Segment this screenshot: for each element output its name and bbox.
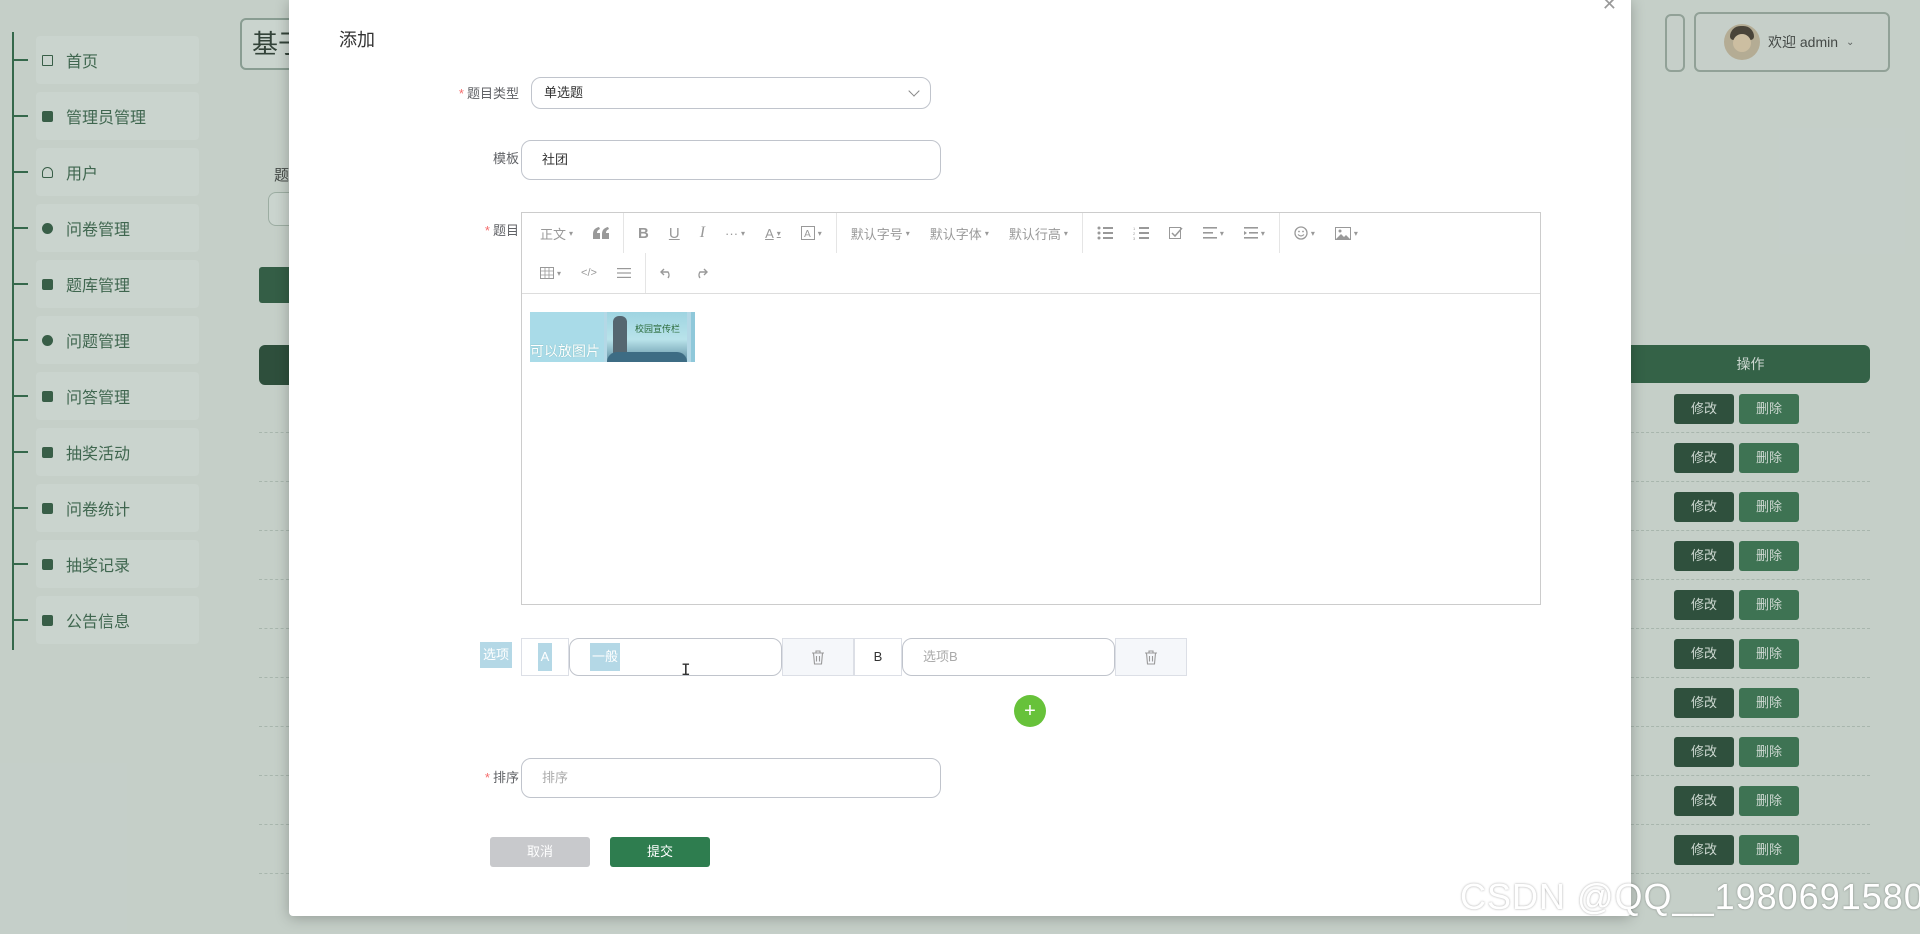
divider-icon[interactable] (607, 253, 641, 293)
paragraph-style-dropdown[interactable]: 正文 ▾ (522, 213, 583, 253)
template-input[interactable]: 社团 (521, 140, 941, 180)
more-icon[interactable]: ··· ▾ (715, 213, 755, 253)
editor-content[interactable]: 可以放图片 校园宣传栏 (522, 294, 1540, 604)
rich-text-editor: 正文 ▾ B U I ··· ▾ A ▾ A ▾ 默认字号 ▾ 默认字体 ▾ 默认行高 ▾ 1… (521, 212, 1541, 605)
font-size-dropdown[interactable]: 默认字号 ▾ (841, 213, 920, 253)
question-type-value: 单选题 (544, 85, 584, 100)
question-type-label: * 题目类型 (458, 86, 519, 101)
add-option-button[interactable]: + (1014, 695, 1046, 727)
background-color-icon[interactable]: A ▾ (791, 213, 832, 253)
watermark: CSDN @QQ__1980691580 (1460, 876, 1920, 917)
sort-input[interactable]: 排序 (521, 758, 941, 798)
trash-icon (812, 649, 824, 665)
option-a-input[interactable]: 一般 (569, 638, 782, 676)
add-dialog: 添加 ✕ * 题目类型 单选题 模板 社团 * 题目 正文 ▾ B U I ··· ▾ … (289, 0, 1631, 916)
option-a-letter: A (521, 638, 569, 676)
sort-label: * 排序 (484, 770, 519, 785)
font-family-dropdown[interactable]: 默认字体 ▾ (920, 213, 999, 253)
question-label: * 题目 (484, 223, 519, 238)
submit-button[interactable]: 提交 (610, 837, 710, 867)
option-a-delete-button[interactable] (782, 638, 854, 676)
dialog-title: 添加 (339, 30, 375, 50)
image-placeholder: 可以放图片 (530, 312, 604, 362)
quote-icon[interactable] (583, 213, 619, 253)
option-b-delete-button[interactable] (1115, 638, 1187, 676)
code-icon[interactable]: </> (571, 253, 607, 293)
underline-icon[interactable]: U (659, 213, 690, 253)
align-icon[interactable]: ▾ (1193, 213, 1234, 253)
plus-icon: + (1024, 700, 1036, 722)
trash-icon (1145, 649, 1157, 665)
campus-image: 校园宣传栏 (607, 312, 687, 362)
close-icon[interactable]: ✕ (1602, 0, 1617, 15)
svg-text:A: A (804, 229, 811, 240)
question-type-select[interactable]: 单选题 (531, 77, 931, 109)
chevron-down-icon (908, 85, 920, 97)
emoji-icon[interactable]: ▾ (1284, 213, 1325, 253)
selected-images: 可以放图片 校园宣传栏 (530, 312, 695, 362)
bold-icon[interactable]: B (628, 213, 659, 253)
todo-checkbox-icon[interactable] (1159, 213, 1193, 253)
option-b-letter: B (854, 638, 902, 676)
redo-icon[interactable] (684, 253, 718, 293)
image-icon[interactable]: ▾ (1325, 213, 1368, 253)
bulleted-list-icon[interactable] (1087, 213, 1123, 253)
editor-toolbar: 正文 ▾ B U I ··· ▾ A ▾ A ▾ 默认字号 ▾ 默认字体 ▾ 默认行高 ▾ 1… (522, 213, 1540, 294)
text-cursor-icon: I (681, 660, 691, 679)
template-label: 模板 (492, 151, 519, 166)
numbered-list-icon[interactable]: 123 (1123, 213, 1159, 253)
svg-text:3: 3 (1133, 236, 1136, 240)
italic-icon[interactable]: I (690, 213, 715, 253)
font-color-icon[interactable]: A ▾ (755, 213, 791, 253)
option-b-input[interactable]: 选项B (902, 638, 1115, 676)
options-label: 选项 (480, 642, 512, 668)
cancel-button[interactable]: 取消 (490, 837, 590, 867)
indent-icon[interactable]: ▾ (1234, 213, 1275, 253)
undo-icon[interactable] (650, 253, 684, 293)
table-icon[interactable]: ▾ (522, 253, 571, 293)
line-height-dropdown[interactable]: 默认行高 ▾ (999, 213, 1078, 253)
